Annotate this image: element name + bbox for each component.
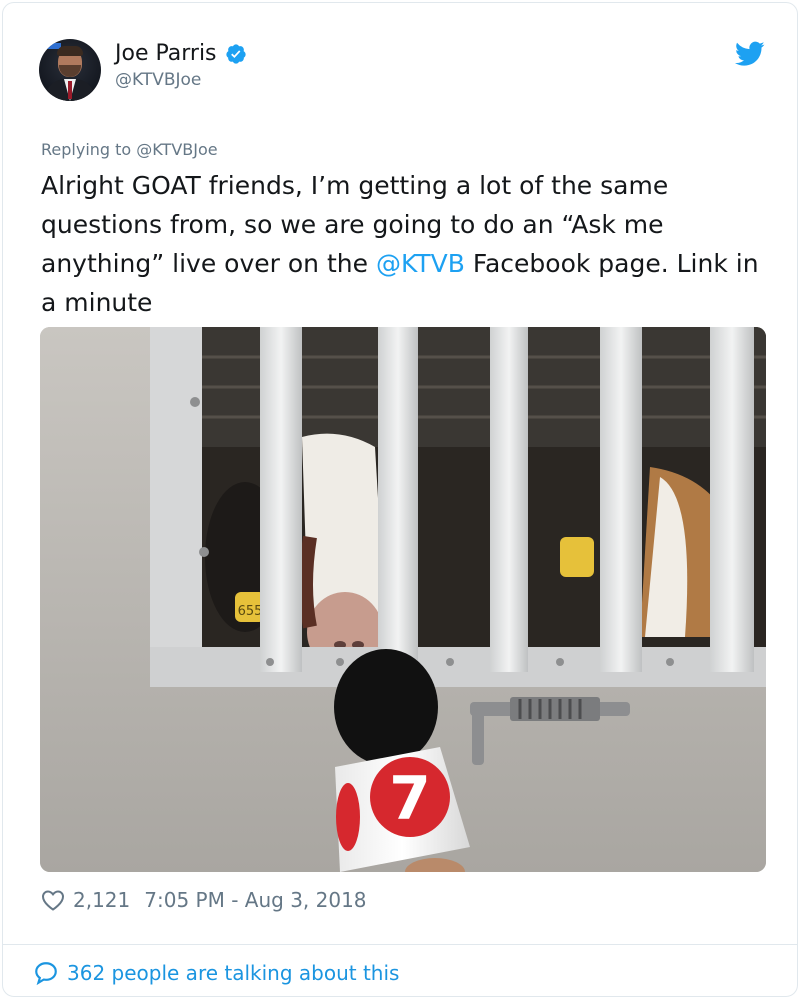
author-name-text[interactable]: Joe Parris <box>115 41 217 66</box>
replying-mention-link[interactable]: @KTVBJoe <box>136 140 217 159</box>
like-count[interactable]: 2,121 <box>73 888 130 912</box>
conversation-link[interactable]: 362 people are talking about this <box>33 960 399 986</box>
tweet-text: Alright GOAT friends, I’m getting a lot … <box>41 166 771 322</box>
ear-tag-text: 655 <box>238 604 263 619</box>
speech-bubble-icon <box>35 962 57 986</box>
avatar[interactable] <box>39 39 101 101</box>
tweet-meta: 2,121 7:05 PM - Aug 3, 2018 <box>41 888 367 912</box>
verified-badge-icon <box>225 43 246 64</box>
tweet-photo[interactable]: 655 7 <box>40 327 766 872</box>
twitter-bird-icon[interactable] <box>735 41 765 67</box>
tweet-card: Joe Parris @KTVBJoe Replying to @KTVBJoe… <box>2 2 798 997</box>
divider <box>3 944 797 945</box>
conversation-label[interactable]: 362 people are talking about this <box>67 961 399 985</box>
replying-to: Replying to @KTVBJoe <box>41 140 218 159</box>
author-handle[interactable]: @KTVBJoe <box>115 70 201 90</box>
heart-icon[interactable] <box>41 889 65 911</box>
replying-prefix: Replying to <box>41 140 137 159</box>
author-name[interactable]: Joe Parris <box>115 41 247 66</box>
tweet-timestamp[interactable]: 7:05 PM - Aug 3, 2018 <box>144 888 366 912</box>
mic-flag-number: 7 <box>389 764 431 834</box>
mention-link-ktvb[interactable]: @KTVB <box>376 249 465 278</box>
goat-photo-illustration: 655 7 <box>40 327 766 872</box>
